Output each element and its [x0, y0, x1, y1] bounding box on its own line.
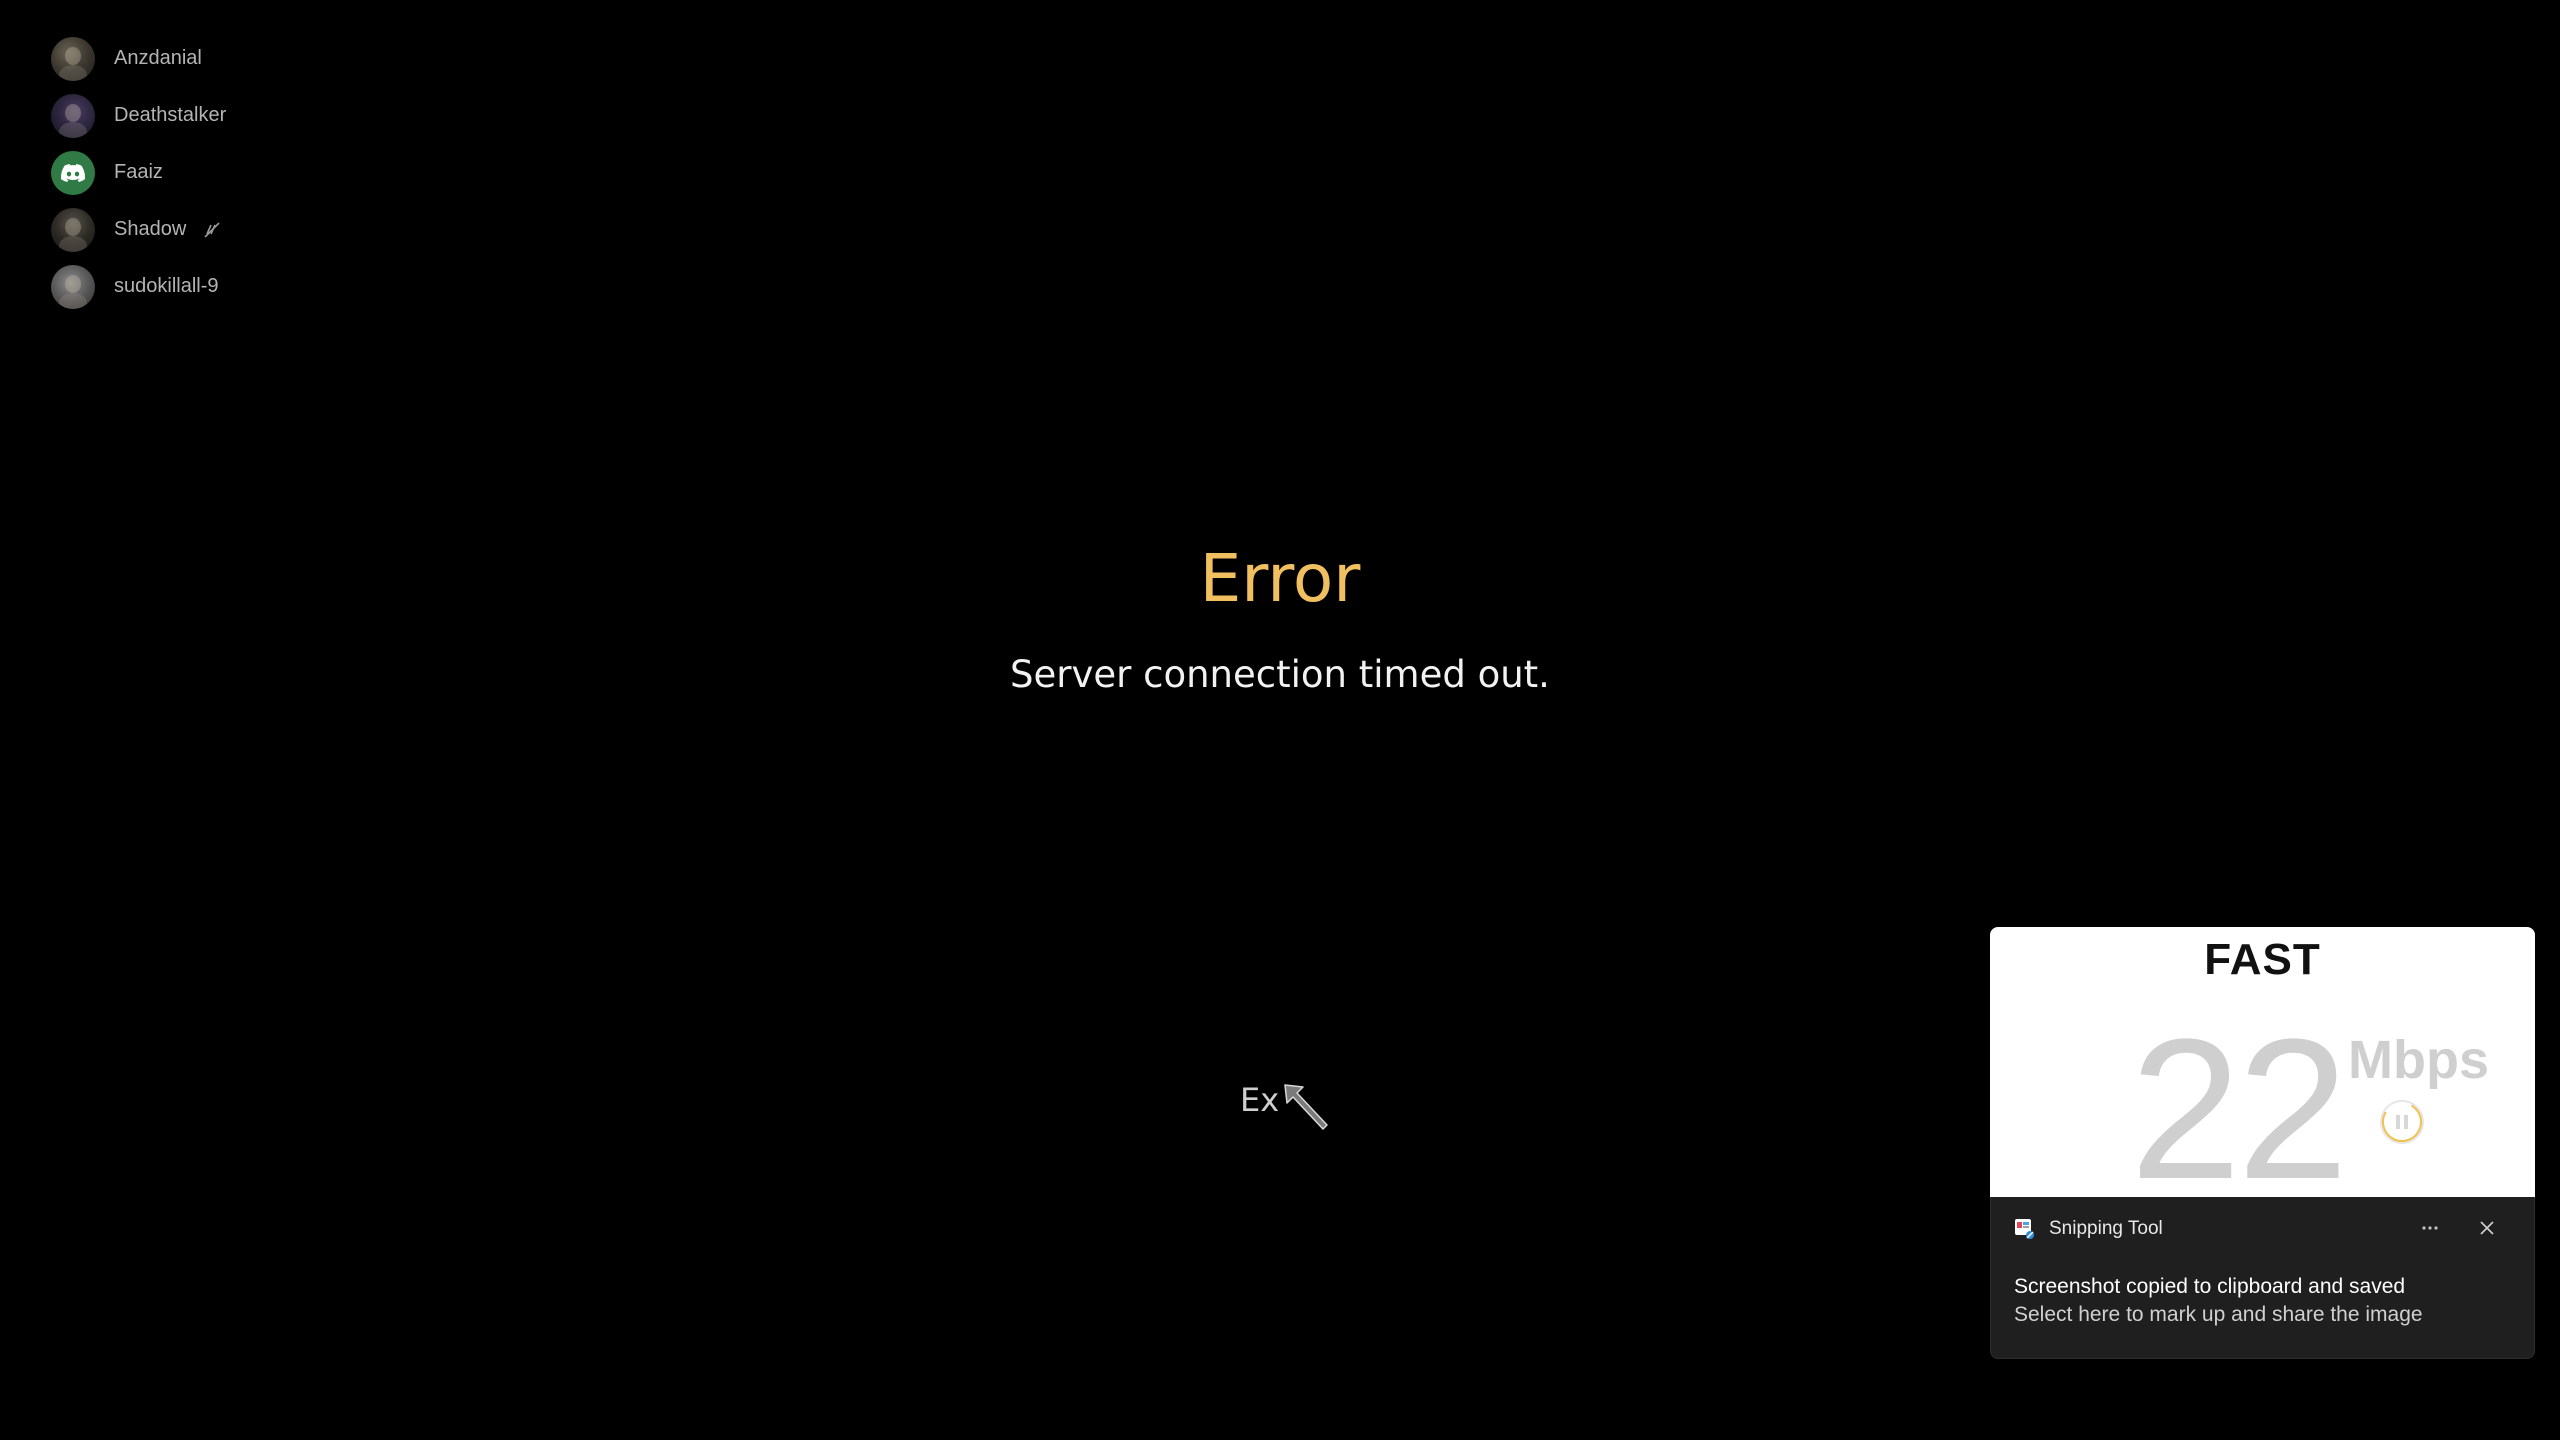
- discord-default-avatar-icon: [51, 150, 95, 195]
- voice-user: Deathstalker: [51, 87, 371, 144]
- mouse-cursor-icon: [1284, 1084, 1328, 1130]
- more-options-icon: [2422, 1226, 2438, 1230]
- voice-user: sudokillall-9: [51, 258, 371, 315]
- snipping-tool-icon: [2015, 1219, 2034, 1239]
- voice-user-name: Deathstalker: [114, 104, 227, 126]
- voice-user-name: Anzdanial: [114, 47, 202, 69]
- game-screen: Anzdanial Deathstalker Faaiz Shadow sudo: [0, 0, 2560, 1440]
- speed-unit: Mbps: [2348, 1030, 2489, 1090]
- user-avatar: [51, 264, 95, 309]
- user-avatar: [51, 207, 95, 252]
- notification-app-name: Snipping Tool: [2049, 1218, 2163, 1239]
- snipping-tool-notification[interactable]: Snipping Tool Screenshot copied to clipb…: [1990, 1197, 2535, 1359]
- pause-button[interactable]: [2380, 1100, 2424, 1144]
- notification-body[interactable]: Screenshot copied to clipboard and saved…: [2014, 1273, 2514, 1329]
- voice-user: Faaiz: [51, 144, 371, 201]
- user-avatar: [51, 93, 95, 138]
- speed-value: 22: [2130, 998, 2348, 1198]
- deafened-icon: [204, 221, 220, 238]
- notification-title: Screenshot copied to clipboard and saved: [2014, 1275, 2406, 1298]
- voice-user-name: Faaiz: [114, 161, 163, 183]
- voice-user-name: sudokillall-9: [114, 275, 219, 297]
- close-icon: [2480, 1221, 2494, 1235]
- voice-user-name: Shadow: [114, 218, 187, 240]
- voice-user: Shadow: [51, 201, 371, 258]
- voice-overlay-user-list: Anzdanial Deathstalker Faaiz Shadow sudo: [51, 30, 371, 315]
- error-title: Error: [1199, 540, 1361, 617]
- user-avatar: [51, 36, 95, 81]
- voice-user: Anzdanial: [51, 30, 371, 87]
- notification-subtitle: Select here to mark up and share the ima…: [2014, 1303, 2423, 1326]
- error-message: Server connection timed out.: [1010, 653, 1550, 696]
- fast-logo: FAST: [2204, 935, 2321, 984]
- more-options-button[interactable]: [2412, 1211, 2448, 1245]
- notification-close-button[interactable]: [2469, 1211, 2505, 1245]
- speed-test-widget: FAST 22 Mbps: [1990, 927, 2535, 1197]
- pause-icon: [2382, 1102, 2422, 1142]
